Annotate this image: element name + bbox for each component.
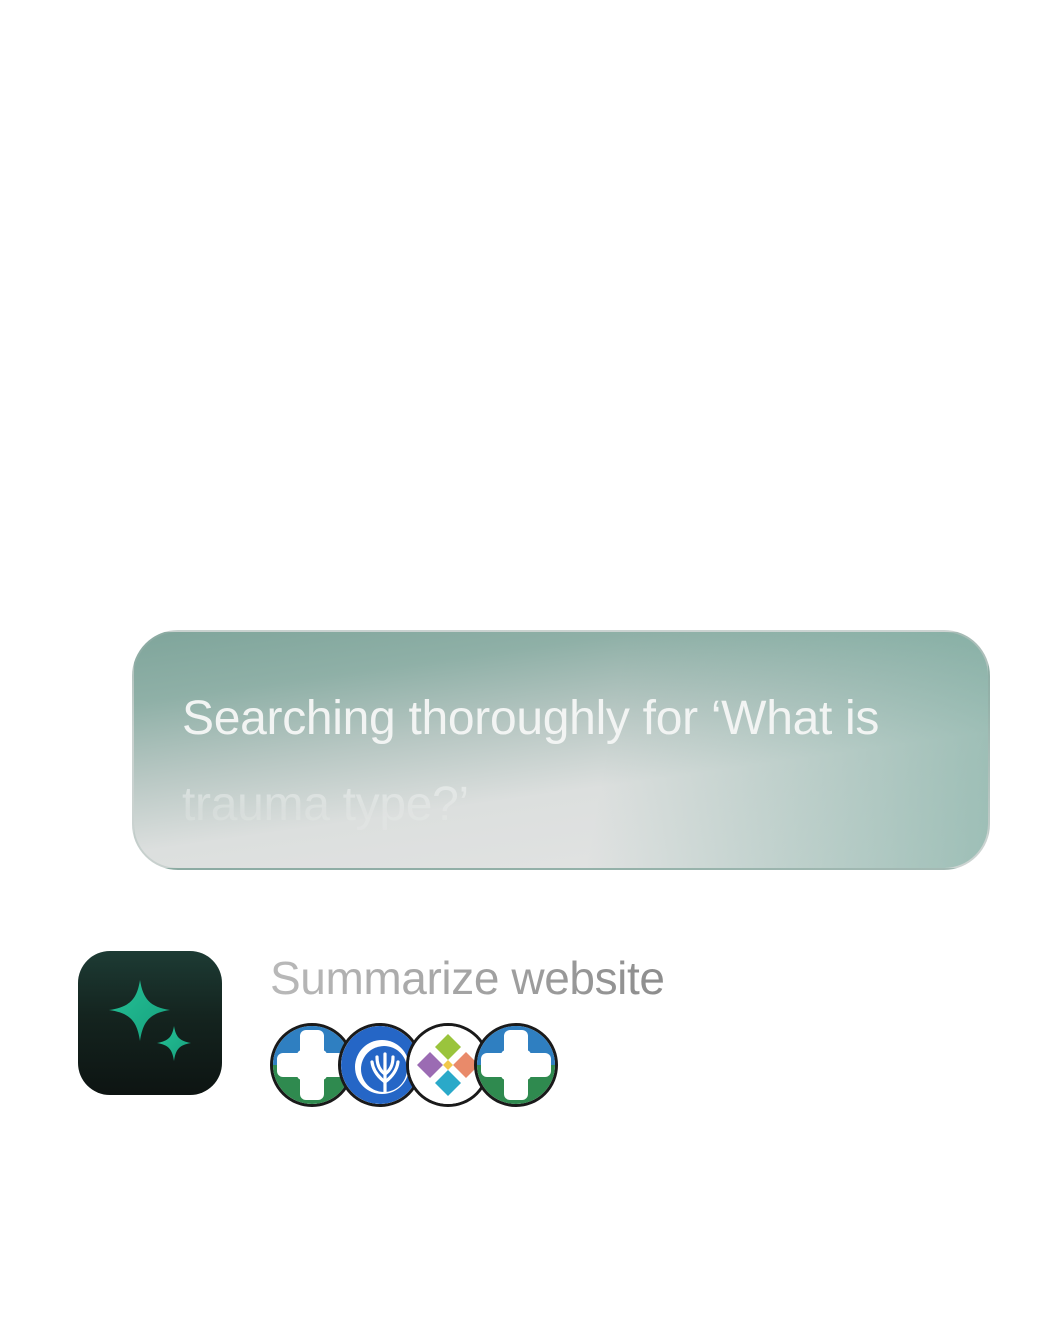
source-favicons (270, 1023, 560, 1107)
sparkle-icon (109, 980, 191, 1061)
action-label: Summarize website (270, 952, 665, 1004)
search-status-text: Searching thoroughly for ‘What is trauma… (182, 692, 880, 831)
cleveland-clinic-icon (477, 1026, 555, 1104)
search-status-bubble: Searching thoroughly for ‘What is trauma… (132, 630, 990, 870)
app-icon[interactable] (78, 951, 222, 1095)
stage: Searching thoroughly for ‘What is trauma… (0, 0, 1062, 1320)
source-favicon-4[interactable] (474, 1023, 558, 1107)
